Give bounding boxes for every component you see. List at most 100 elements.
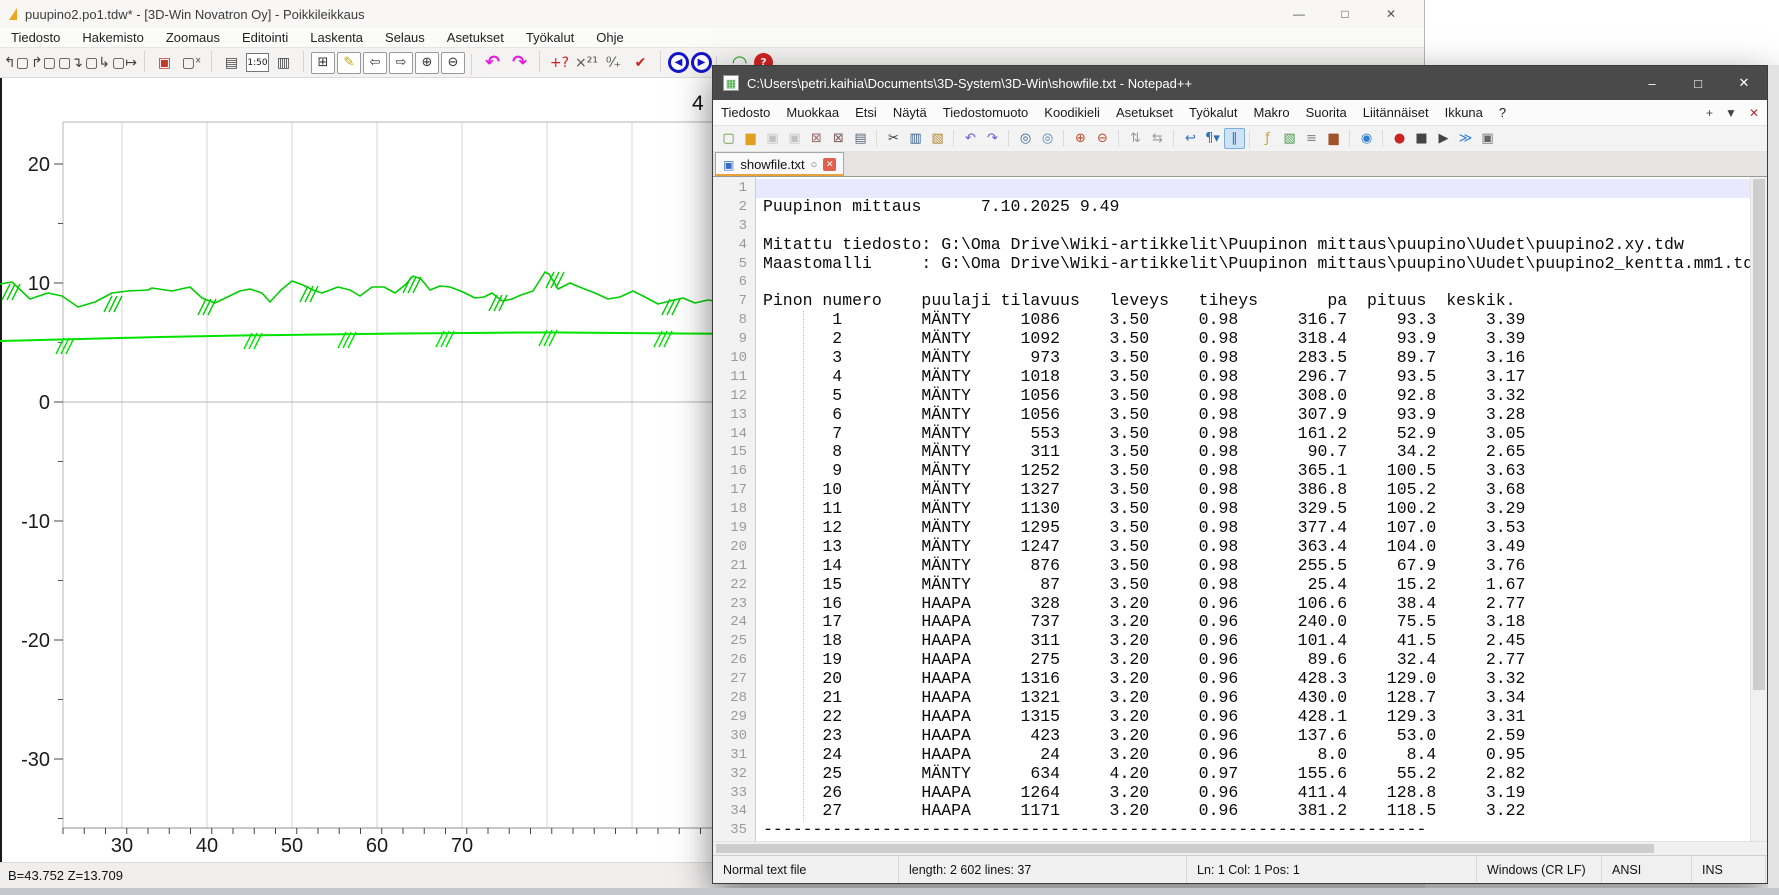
folder-workspace-icon[interactable]: ▆: [1323, 128, 1344, 149]
zoom-out-icon[interactable]: ⊖: [441, 52, 465, 74]
menu-item[interactable]: Ohje: [585, 30, 634, 45]
zoom-out-icon[interactable]: ⊖: [1092, 128, 1113, 149]
redraw-icon[interactable]: ✎: [337, 52, 361, 74]
new-tab-button[interactable]: +: [1706, 106, 1713, 120]
editor-line[interactable]: 12 5 MÄNTY 1056 3.50 0.98 308.0 92.8 3.3…: [713, 387, 1750, 406]
editor-line[interactable]: 34 27 HAAPA 1171 3.20 0.96 381.2 118.5 3…: [713, 802, 1750, 821]
paste-icon[interactable]: ▧: [927, 128, 948, 149]
save-as-file-icon[interactable]: ▢↳: [85, 50, 110, 75]
minimize-button[interactable]: —: [1276, 0, 1322, 28]
save-file-icon[interactable]: ▣: [762, 128, 783, 149]
indent-guide-icon[interactable]: ∥: [1224, 128, 1245, 149]
print-icon[interactable]: ▤: [219, 50, 244, 75]
zoom-in-icon[interactable]: ⊕: [415, 52, 439, 74]
editor-line[interactable]: 4 Mitattu tiedosto: G:\Oma Drive\Wiki-ar…: [713, 236, 1750, 255]
editor-line[interactable]: 17 10 MÄNTY 1327 3.50 0.98 386.8 105.2 3…: [713, 481, 1750, 500]
fit-view-icon[interactable]: ⊞: [311, 52, 335, 74]
menu-item[interactable]: Tiedosto: [0, 30, 71, 45]
editor-line[interactable]: 32 25 MÄNTY 634 4.20 0.97 155.6 55.2 2.8…: [713, 765, 1750, 784]
menu-item[interactable]: Suorita: [1298, 105, 1355, 120]
menu-item[interactable]: Editointi: [231, 30, 299, 45]
sync-horizontal-icon[interactable]: ⇆: [1147, 128, 1168, 149]
save-all-icon[interactable]: ▣: [784, 128, 805, 149]
zoom-in-icon[interactable]: ⊕: [1070, 128, 1091, 149]
menu-item[interactable]: Muokkaa: [778, 105, 847, 120]
menu-item[interactable]: Zoomaus: [155, 30, 231, 45]
editor-line[interactable]: 33 26 HAAPA 1264 3.20 0.96 411.4 128.8 3…: [713, 784, 1750, 803]
horizontal-scrollbar[interactable]: [713, 841, 1767, 855]
editor-line[interactable]: 30 23 HAAPA 423 3.20 0.96 137.6 53.0 2.5…: [713, 727, 1750, 746]
close-document-icon[interactable]: ▢ˣ: [179, 50, 204, 75]
print-icon[interactable]: ▤: [850, 128, 871, 149]
horizontal-scrollbar-thumb[interactable]: [716, 844, 1654, 853]
query-point-icon[interactable]: +?: [547, 50, 572, 75]
editor-line[interactable]: 14 7 MÄNTY 553 3.50 0.98 161.2 52.9 3.05: [713, 425, 1750, 444]
editor-line[interactable]: 3: [713, 217, 1750, 236]
macro-play-icon[interactable]: ▶: [1433, 128, 1454, 149]
macro-save-icon[interactable]: ▣: [1477, 128, 1498, 149]
editor-line[interactable]: 35 -------------------------------------…: [713, 821, 1750, 840]
editor-line[interactable]: 25 18 HAAPA 311 3.20 0.96 101.4 41.5 2.4…: [713, 632, 1750, 651]
menu-item[interactable]: Etsi: [847, 105, 885, 120]
editor-line[interactable]: 6: [713, 273, 1750, 292]
editor-line[interactable]: 20 13 MÄNTY 1247 3.50 0.98 363.4 104.0 3…: [713, 538, 1750, 557]
editor-line[interactable]: 22 15 MÄNTY 87 3.50 0.98 25.4 15.2 1.67: [713, 576, 1750, 595]
menu-item[interactable]: Työkalut: [1181, 105, 1245, 120]
text-editor[interactable]: 1 2 Puupinon mittaus 7.10.2025 9.49 3: [713, 176, 1767, 841]
editor-line[interactable]: 18 11 MÄNTY 1130 3.50 0.98 329.5 100.2 3…: [713, 500, 1750, 519]
word-wrap-icon[interactable]: ↩: [1180, 128, 1201, 149]
open-add-file-icon[interactable]: ↱▢: [31, 50, 56, 75]
scale-1-50-icon[interactable]: 1:50: [246, 53, 269, 72]
menu-item[interactable]: Makro: [1245, 105, 1297, 120]
editor-line[interactable]: 23 16 HAAPA 328 3.20 0.96 106.6 38.4 2.7…: [713, 595, 1750, 614]
show-all-characters-icon[interactable]: ¶▾: [1202, 128, 1223, 149]
open-file-icon[interactable]: ↰▢: [4, 50, 29, 75]
editor-line[interactable]: 31 24 HAAPA 24 3.20 0.96 8.0 8.4 0.95: [713, 746, 1750, 765]
tab-close-icon[interactable]: ✕: [823, 158, 836, 171]
editor-line[interactable]: 9 2 MÄNTY 1092 3.50 0.98 318.4 93.9 3.39: [713, 330, 1750, 349]
view-monitor-icon[interactable]: ◉: [1356, 128, 1377, 149]
editor-line[interactable]: 13 6 MÄNTY 1056 3.50 0.98 307.9 93.9 3.2…: [713, 406, 1750, 425]
macro-stop-icon[interactable]: ■: [1411, 128, 1432, 149]
npp-titlebar[interactable]: ▦ C:\Users\petri.kaihia\Documents\3D-Sys…: [713, 66, 1767, 100]
menu-item[interactable]: Tiedostomuoto: [935, 105, 1037, 120]
redo-icon[interactable]: ↷: [982, 128, 1003, 149]
menu-item[interactable]: Näytä: [885, 105, 935, 120]
replace-icon[interactable]: ◎: [1037, 128, 1058, 149]
editor-line[interactable]: 24 17 HAAPA 737 3.20 0.96 240.0 75.5 3.1…: [713, 613, 1750, 632]
tab-list-button[interactable]: ▼: [1725, 106, 1737, 120]
editor-line[interactable]: 8 1 MÄNTY 1086 3.50 0.98 316.7 93.3 3.39: [713, 311, 1750, 330]
menu-item[interactable]: Työkalut: [515, 30, 585, 45]
menu-item[interactable]: Asetukset: [1108, 105, 1181, 120]
vertical-scrollbar[interactable]: [1750, 177, 1767, 841]
close-all-files-icon[interactable]: ⊠: [828, 128, 849, 149]
open-file-icon[interactable]: ▆: [740, 128, 761, 149]
close-button[interactable]: ✕: [1721, 66, 1767, 100]
close-button[interactable]: ✕: [1368, 0, 1414, 28]
editor-line[interactable]: 5 Maastomalli : G:\Oma Drive\Wiki-artikk…: [713, 255, 1750, 274]
editor-line[interactable]: 1: [713, 179, 1750, 198]
editor-line[interactable]: 28 21 HAAPA 1321 3.20 0.96 430.0 128.7 3…: [713, 689, 1750, 708]
editor-line[interactable]: 2 Puupinon mittaus 7.10.2025 9.49: [713, 198, 1750, 217]
document-map-icon[interactable]: ▧: [1279, 128, 1300, 149]
minimize-button[interactable]: –: [1629, 66, 1675, 100]
editor-line[interactable]: 19 12 MÄNTY 1295 3.50 0.98 377.4 107.0 3…: [713, 519, 1750, 538]
maximize-button[interactable]: □: [1322, 0, 1368, 28]
editor-line[interactable]: 27 20 HAAPA 1316 3.20 0.96 428.3 129.0 3…: [713, 670, 1750, 689]
menu-item[interactable]: Selaus: [374, 30, 436, 45]
undo-icon[interactable]: ↶: [480, 50, 505, 75]
approve-check-icon[interactable]: ✔: [628, 50, 653, 75]
copy-icon[interactable]: ▥: [905, 128, 926, 149]
document-list-icon[interactable]: ≡: [1301, 128, 1322, 149]
editor-line[interactable]: 16 9 MÄNTY 1252 3.50 0.98 365.1 100.5 3.…: [713, 462, 1750, 481]
editor-line[interactable]: 21 14 MÄNTY 876 3.50 0.98 255.5 67.9 3.7…: [713, 557, 1750, 576]
menu-item[interactable]: Hakemisto: [71, 30, 154, 45]
function-list-icon[interactable]: ƒ: [1257, 128, 1278, 149]
plot-settings-icon[interactable]: ▥: [271, 50, 296, 75]
tab-pin-icon[interactable]: ○: [811, 159, 818, 171]
close-document-button[interactable]: ✕: [1749, 106, 1759, 120]
pan-left-icon[interactable]: ⇦: [363, 52, 387, 74]
editor-line[interactable]: 10 3 MÄNTY 973 3.50 0.98 283.5 89.7 3.16: [713, 349, 1750, 368]
new-file-icon[interactable]: ▢: [718, 128, 739, 149]
editor-line[interactable]: 11 4 MÄNTY 1018 3.50 0.98 296.7 93.5 3.1…: [713, 368, 1750, 387]
